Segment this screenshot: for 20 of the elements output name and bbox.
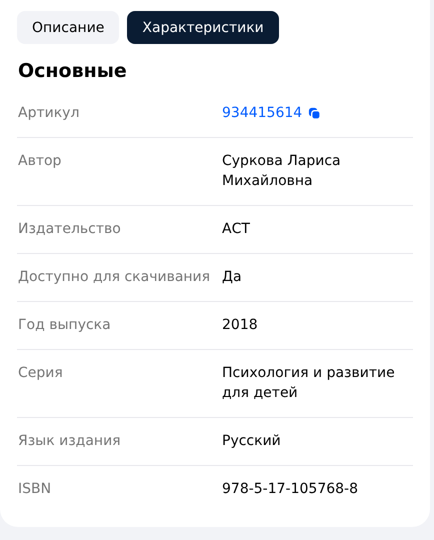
tab[interactable]: Описание [17,11,120,44]
section-title: Основные [18,60,128,82]
property-label: Год выпуска [18,316,112,335]
property-value: Суркова Лариса Михайловна [222,152,342,191]
property-value: 2018 [222,316,258,335]
property-label: ISBN [18,480,52,499]
property-label: Издательство [18,220,122,239]
property-value: Да [222,268,242,287]
copy-icon[interactable] [308,107,322,120]
property-label: Язык издания [18,432,122,451]
property-value: 978-5-17-105768-8 [222,480,358,499]
property-label: Артикул [18,104,80,123]
property-label: Серия [18,364,64,383]
property-value: Русский [222,432,281,451]
item-number: 934415614 [222,104,302,123]
tab[interactable]: Характеристики [127,11,279,44]
property-label: Автор [18,152,62,171]
property-value: АСТ [222,220,250,239]
property-label: Доступно для скачивания [18,268,212,287]
property-value: Психология и развитие для детей [222,364,396,403]
